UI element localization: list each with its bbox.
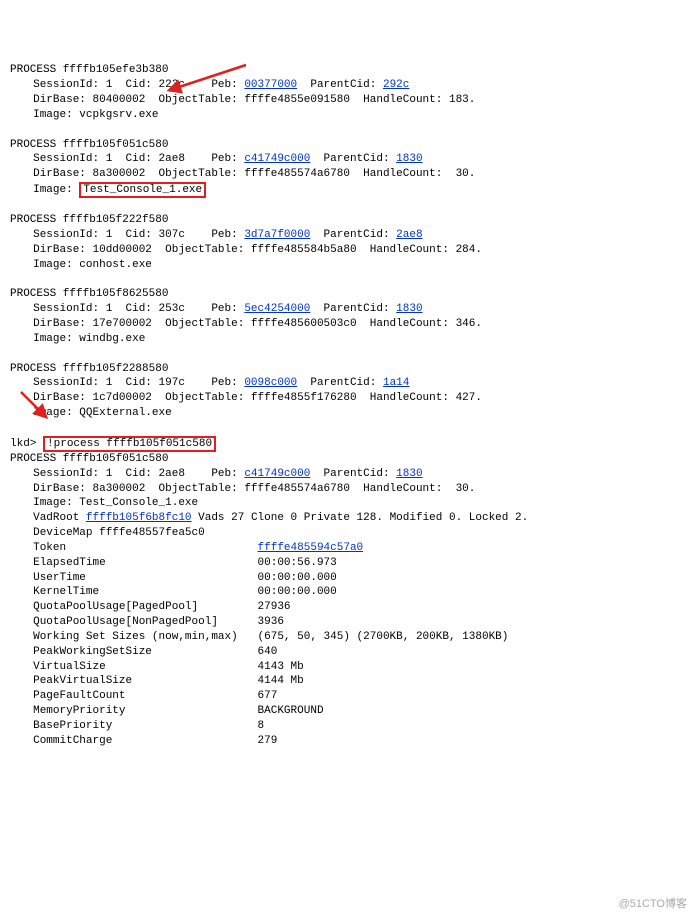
peb-link[interactable]: 5ec4254000 <box>244 303 310 315</box>
detail-value: 8 <box>258 720 265 732</box>
detail-value: 4143 Mb <box>258 661 304 673</box>
process-header: PROCESS ffffb105f222f580 <box>10 214 168 226</box>
debugger-output: PROCESS ffffb105efe3b380 SessionId: 1 Ci… <box>10 63 687 748</box>
detail-key: CommitCharge <box>33 735 257 747</box>
peb-link[interactable]: 3d7a7f0000 <box>244 229 310 241</box>
dirbase-line: DirBase: 8a300002 ObjectTable: ffffe4855… <box>33 168 475 180</box>
detail-value: 677 <box>258 690 278 702</box>
peb-link[interactable]: 00377000 <box>244 79 297 91</box>
detail-key: QuotaPoolUsage[NonPagedPool] <box>33 616 257 628</box>
session-info: SessionId: 1 Cid: 2ae8 Peb: <box>33 153 244 165</box>
token-label: Token <box>33 542 257 554</box>
command-boxed[interactable]: !process ffffb105f051c580 <box>43 436 216 452</box>
detail-key: UserTime <box>33 572 257 584</box>
dirbase-line: DirBase: 10dd00002 ObjectTable: ffffe485… <box>33 244 482 256</box>
process-header: PROCESS ffffb105f051c580 <box>10 453 168 465</box>
peb-link[interactable]: c41749c000 <box>244 468 310 480</box>
detail-value: 27936 <box>258 601 291 613</box>
process-header: PROCESS ffffb105efe3b380 <box>10 64 168 76</box>
parent-cid-link[interactable]: 1830 <box>396 468 422 480</box>
parent-cid-link[interactable]: 1a14 <box>383 377 409 389</box>
image-name-boxed: Test_Console_1.exe <box>79 182 206 198</box>
detail-key: KernelTime <box>33 586 257 598</box>
detail-key: VirtualSize <box>33 661 257 673</box>
process-header: PROCESS ffffb105f2288580 <box>10 363 168 375</box>
detail-key: PageFaultCount <box>33 690 257 702</box>
detail-value: 279 <box>258 735 278 747</box>
detail-value: 00:00:00.000 <box>258 572 337 584</box>
image-line: Image: conhost.exe <box>33 259 152 271</box>
devicemap-line: DeviceMap ffffe48557fea5c0 <box>33 527 205 539</box>
detail-value: 4144 Mb <box>258 675 304 687</box>
vadroot-link[interactable]: ffffb105f6b8fc10 <box>86 512 192 524</box>
image-line: Image: Test_Console_1.exe <box>33 497 198 509</box>
process-header: PROCESS ffffb105f8625580 <box>10 288 168 300</box>
detail-value: 00:00:56.973 <box>258 557 337 569</box>
detail-value: (675, 50, 345) (2700KB, 200KB, 1380KB) <box>258 631 509 643</box>
dirbase-line: DirBase: 1c7d00002 ObjectTable: ffffe485… <box>33 392 482 404</box>
detail-key: QuotaPoolUsage[PagedPool] <box>33 601 257 613</box>
session-info: SessionId: 1 Cid: 253c Peb: <box>33 303 244 315</box>
watermark: @51CTO博客 <box>619 897 687 912</box>
detail-key: MemoryPriority <box>33 705 257 717</box>
detail-value: 3936 <box>258 616 284 628</box>
detail-key: PeakVirtualSize <box>33 675 257 687</box>
image-line: Image: vcpkgsrv.exe <box>33 109 158 121</box>
detail-key: PeakWorkingSetSize <box>33 646 257 658</box>
detail-value: 640 <box>258 646 278 658</box>
image-line: Image: QQExternal.exe <box>33 407 172 419</box>
prompt: lkd> <box>10 438 43 450</box>
dirbase-line: DirBase: 80400002 ObjectTable: ffffe4855… <box>33 94 475 106</box>
dirbase-line: DirBase: 8a300002 ObjectTable: ffffe4855… <box>33 483 475 495</box>
detail-value: BACKGROUND <box>258 705 324 717</box>
session-info: SessionId: 1 Cid: 2ae8 Peb: <box>33 468 244 480</box>
peb-link[interactable]: 0098c000 <box>244 377 297 389</box>
parent-cid-link[interactable]: 1830 <box>396 303 422 315</box>
parent-cid-link[interactable]: 1830 <box>396 153 422 165</box>
peb-link[interactable]: c41749c000 <box>244 153 310 165</box>
detail-key: BasePriority <box>33 720 257 732</box>
detail-key: ElapsedTime <box>33 557 257 569</box>
session-info: SessionId: 1 Cid: 307c Peb: <box>33 229 244 241</box>
session-info: SessionId: 1 Cid: 197c Peb: <box>33 377 244 389</box>
dirbase-line: DirBase: 17e700002 ObjectTable: ffffe485… <box>33 318 482 330</box>
detail-value: 00:00:00.000 <box>258 586 337 598</box>
image-line: Image: windbg.exe <box>33 333 145 345</box>
session-info: SessionId: 1 Cid: 223c Peb: <box>33 79 244 91</box>
parent-cid-link[interactable]: 292c <box>383 79 409 91</box>
token-link[interactable]: ffffe485594c57a0 <box>258 542 364 554</box>
detail-key: Working Set Sizes (now,min,max) <box>33 631 257 643</box>
parent-cid-link[interactable]: 2ae8 <box>396 229 422 241</box>
process-header: PROCESS ffffb105f051c580 <box>10 139 168 151</box>
